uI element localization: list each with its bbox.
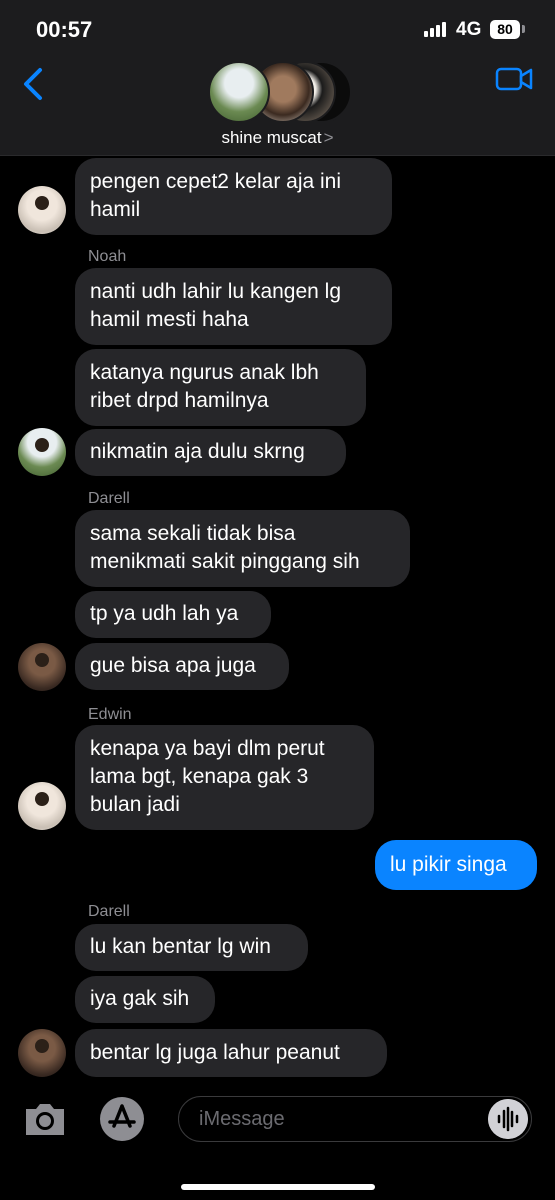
- sent-message-bubble[interactable]: lu pikir singa: [375, 840, 537, 890]
- avatar[interactable]: [18, 428, 66, 476]
- message-bubble[interactable]: gue bisa apa juga: [75, 643, 289, 690]
- avatar[interactable]: [18, 782, 66, 830]
- group-avatar-stack[interactable]: [208, 61, 352, 123]
- cellular-signal-icon: [424, 22, 446, 37]
- group-avatar-1: [208, 61, 270, 123]
- camera-icon[interactable]: [22, 1099, 68, 1139]
- chevron-right-icon: >: [323, 128, 334, 147]
- message-bubble[interactable]: sama sekali tidak bisa menikmati sakit p…: [75, 510, 410, 587]
- audio-waveform-icon[interactable]: [488, 1099, 528, 1139]
- sender-name: Darell: [88, 490, 130, 507]
- battery-tip: [522, 25, 525, 33]
- message-input[interactable]: iMessage: [178, 1096, 532, 1142]
- network-type: 4G: [456, 19, 482, 40]
- message-bubble[interactable]: nanti udh lahir lu kangen lg hamil mesti…: [75, 268, 392, 345]
- message-bubble[interactable]: katanya ngurus anak lbh ribet drpd hamil…: [75, 349, 366, 426]
- message-bubble[interactable]: lu kan bentar lg win: [75, 924, 308, 971]
- home-indicator[interactable]: [181, 1184, 375, 1190]
- avatar[interactable]: [18, 186, 66, 234]
- sender-name: Noah: [88, 248, 127, 265]
- sender-name: Edwin: [88, 706, 132, 723]
- message-bubble[interactable]: iya gak sih: [75, 976, 215, 1023]
- app-store-icon[interactable]: [97, 1096, 147, 1142]
- battery-icon: 80: [490, 20, 520, 39]
- avatar[interactable]: [18, 1029, 66, 1077]
- message-bubble[interactable]: kenapa ya bayi dlm perut lama bgt, kenap…: [75, 725, 374, 830]
- group-name-row[interactable]: shine muscat >: [0, 128, 555, 148]
- message-bubble[interactable]: tp ya udh lah ya: [75, 591, 271, 638]
- back-chevron-icon[interactable]: [20, 64, 50, 104]
- status-time: 00:57: [36, 17, 93, 42]
- video-call-icon[interactable]: [495, 66, 533, 92]
- message-bubble[interactable]: bentar lg juga lahur peanut: [75, 1029, 387, 1077]
- message-bubble[interactable]: pengen cepet2 kelar aja ini hamil: [75, 158, 392, 235]
- sender-name: Darell: [88, 903, 130, 920]
- conversation-header: 00:57 4G 80 shine muscat >: [0, 0, 555, 156]
- group-name: shine muscat: [221, 128, 322, 147]
- message-bubble[interactable]: nikmatin aja dulu skrng: [75, 429, 346, 476]
- avatar[interactable]: [18, 643, 66, 691]
